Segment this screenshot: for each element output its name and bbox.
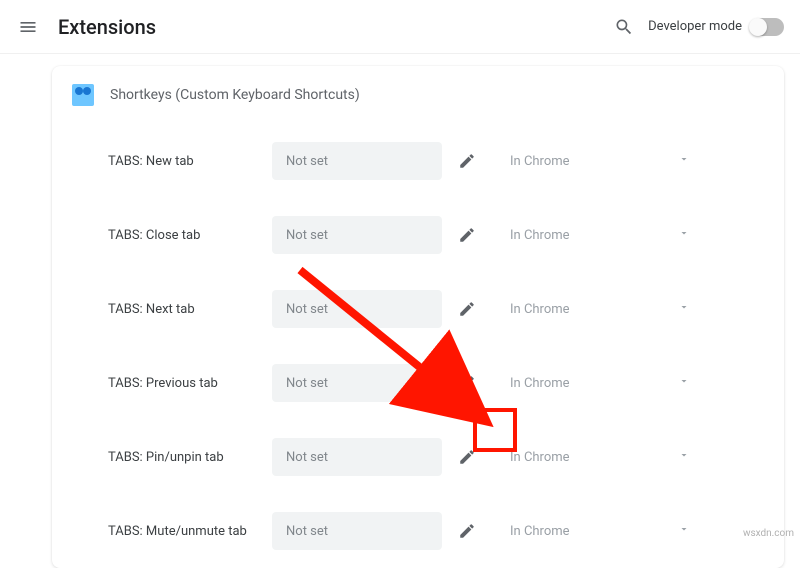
menu-icon[interactable] — [16, 15, 40, 39]
shortcut-row: TABS: Close tab Not set In Chrome — [72, 198, 764, 272]
scope-label: In Chrome — [510, 228, 570, 243]
developer-mode-toggle[interactable] — [750, 18, 784, 36]
chevron-down-icon — [678, 301, 690, 317]
shortcut-label: TABS: Previous tab — [72, 376, 272, 391]
shortcut-input[interactable]: Not set — [272, 438, 442, 476]
developer-mode-label: Developer mode — [648, 19, 742, 34]
edit-shortcut-button[interactable] — [449, 217, 485, 253]
extension-icon — [72, 84, 94, 106]
shortcut-label: TABS: Mute/unmute tab — [72, 524, 272, 539]
search-icon[interactable] — [612, 15, 636, 39]
card-header: Shortkeys (Custom Keyboard Shortcuts) — [72, 66, 764, 124]
shortcut-row: TABS: Mute/unmute tab Not set In Chrome — [72, 494, 764, 568]
shortcut-row: TABS: Pin/unpin tab Not set In Chrome — [72, 420, 764, 494]
scope-label: In Chrome — [510, 450, 570, 465]
shortcut-label: TABS: Pin/unpin tab — [72, 450, 272, 465]
shortcut-label: TABS: Next tab — [72, 302, 272, 317]
chevron-down-icon — [678, 227, 690, 243]
page-title: Extensions — [58, 15, 612, 39]
pencil-icon — [458, 300, 476, 318]
edit-shortcut-button[interactable] — [449, 365, 485, 401]
scope-dropdown[interactable]: In Chrome — [492, 375, 702, 391]
scope-dropdown[interactable]: In Chrome — [492, 301, 702, 317]
scope-label: In Chrome — [510, 154, 570, 169]
chevron-down-icon — [678, 153, 690, 169]
scope-label: In Chrome — [510, 376, 570, 391]
edit-shortcut-button[interactable] — [449, 513, 485, 549]
pencil-icon — [458, 522, 476, 540]
scope-dropdown[interactable]: In Chrome — [492, 523, 702, 539]
shortcut-input[interactable]: Not set — [272, 512, 442, 550]
extension-name: Shortkeys (Custom Keyboard Shortcuts) — [110, 87, 360, 103]
app-header: Extensions Developer mode — [0, 0, 800, 54]
shortcut-row: TABS: Next tab Not set In Chrome — [72, 272, 764, 346]
scope-label: In Chrome — [510, 302, 570, 317]
scope-label: In Chrome — [510, 524, 570, 539]
chevron-down-icon — [678, 449, 690, 465]
chevron-down-icon — [678, 523, 690, 539]
chevron-down-icon — [678, 375, 690, 391]
shortcut-label: TABS: Close tab — [72, 228, 272, 243]
scope-dropdown[interactable]: In Chrome — [492, 153, 702, 169]
scope-dropdown[interactable]: In Chrome — [492, 449, 702, 465]
pencil-icon — [458, 374, 476, 392]
shortcut-input[interactable]: Not set — [272, 216, 442, 254]
shortcut-input[interactable]: Not set — [272, 364, 442, 402]
pencil-icon — [458, 448, 476, 466]
shortcut-input[interactable]: Not set — [272, 290, 442, 328]
shortcut-row: TABS: Previous tab Not set In Chrome — [72, 346, 764, 420]
shortcut-input[interactable]: Not set — [272, 142, 442, 180]
extension-shortcuts-card: Shortkeys (Custom Keyboard Shortcuts) TA… — [52, 66, 784, 568]
scope-dropdown[interactable]: In Chrome — [492, 227, 702, 243]
shortcut-label: TABS: New tab — [72, 154, 272, 169]
shortcut-row: TABS: New tab Not set In Chrome — [72, 124, 764, 198]
pencil-icon — [458, 152, 476, 170]
edit-shortcut-button[interactable] — [449, 143, 485, 179]
watermark: wsxdn.com — [743, 528, 794, 539]
edit-shortcut-button[interactable] — [449, 439, 485, 475]
pencil-icon — [458, 226, 476, 244]
edit-shortcut-button[interactable] — [449, 291, 485, 327]
